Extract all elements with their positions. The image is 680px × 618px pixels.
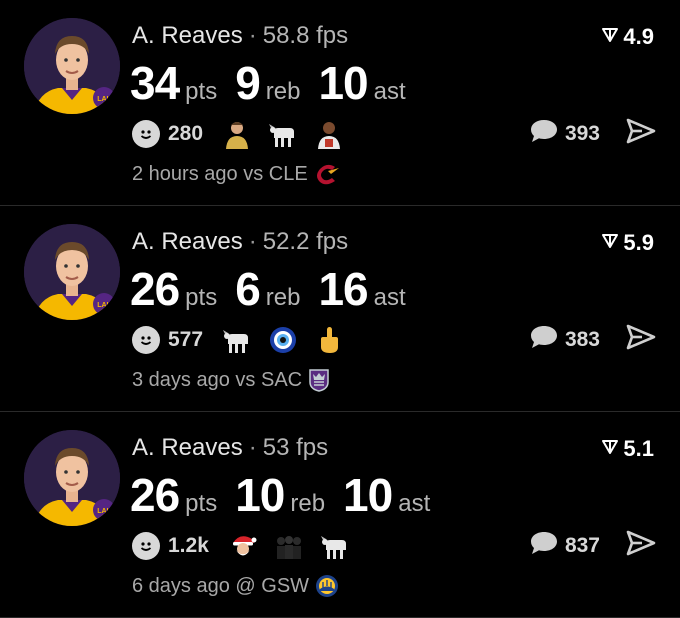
rebounds-value: 6 <box>235 263 261 315</box>
people-icon <box>273 530 305 562</box>
comment-icon <box>529 530 559 561</box>
points-unit: pts <box>185 490 218 517</box>
comment-icon <box>529 118 559 149</box>
rating: 5.9 <box>601 230 654 256</box>
rebounds-unit: reb <box>265 78 301 105</box>
post-actions: 393 <box>529 118 656 149</box>
player-name[interactable]: A. Reaves <box>132 434 243 461</box>
goat-icon <box>221 324 253 356</box>
assists-unit: ast <box>373 284 406 311</box>
player-avatar[interactable]: LAL <box>24 224 120 320</box>
fps-score: 58.8 fps <box>262 22 349 49</box>
points-value: 34 <box>130 57 180 109</box>
smile-icon[interactable] <box>132 120 160 148</box>
comment-count: 393 <box>564 121 600 145</box>
post-actions: 837 <box>529 530 656 561</box>
opponent[interactable]: vs CLE <box>243 163 307 186</box>
stat-line: 26 pts 10 reb 10 ast <box>130 468 448 522</box>
goat-icon <box>267 118 299 150</box>
svg-text:LAL: LAL <box>97 96 111 103</box>
post-meta: 2 hours ago vs CLE <box>132 162 340 186</box>
comment-button[interactable]: 383 <box>529 324 626 355</box>
share-icon[interactable] <box>626 118 656 149</box>
rebounds-unit: reb <box>265 284 301 311</box>
timestamp: 3 days ago <box>132 368 230 391</box>
rebounds-value: 10 <box>235 469 285 521</box>
rating: 4.9 <box>601 24 654 50</box>
separator: · <box>248 22 257 49</box>
stat-line: 34 pts 9 reb 10 ast <box>130 56 424 110</box>
comment-count: 837 <box>564 533 600 557</box>
rating-value: 5.1 <box>623 436 654 461</box>
reactions: 577 <box>132 324 359 356</box>
reactions: 280 <box>132 118 359 150</box>
rating-value: 5.9 <box>623 230 654 255</box>
timestamp: 6 days ago <box>132 574 230 597</box>
assists-value: 10 <box>343 469 393 521</box>
opponent[interactable]: vs SAC <box>235 369 302 392</box>
post-meta: 3 days ago vs SAC <box>132 368 330 392</box>
post-header: A. Reaves · 53 fps <box>132 434 328 462</box>
cavaliers-logo <box>314 162 340 186</box>
separator: · <box>248 434 257 461</box>
rating-icon <box>601 436 619 462</box>
points-unit: pts <box>185 78 218 105</box>
post-card[interactable]: LAL A. Reaves · 58.8 fps 4.9 34 pts 9 reb 10… <box>0 0 680 206</box>
goat-icon <box>319 530 351 562</box>
post-header: A. Reaves · 52.2 fps <box>132 228 348 256</box>
rating-icon <box>601 24 619 50</box>
post-actions: 383 <box>529 324 656 355</box>
player-name[interactable]: A. Reaves <box>132 22 243 49</box>
rating-value: 4.9 <box>623 24 654 49</box>
stat-line: 26 pts 6 reb 16 ast <box>130 262 424 316</box>
opponent[interactable]: @ GSW <box>235 575 309 598</box>
rating: 5.1 <box>601 436 654 462</box>
post-card[interactable]: LAL A. Reaves · 52.2 fps 5.9 26 pts 6 reb 16… <box>0 206 680 412</box>
timestamp: 2 hours ago <box>132 162 238 185</box>
post-card[interactable]: LAL A. Reaves · 53 fps 5.1 26 pts 10 reb 10 a… <box>0 412 680 618</box>
smile-icon[interactable] <box>132 532 160 560</box>
warriors-logo <box>315 574 339 598</box>
fps-score: 53 fps <box>262 434 329 461</box>
points-value: 26 <box>130 469 180 521</box>
share-icon[interactable] <box>626 324 656 355</box>
comment-icon <box>529 324 559 355</box>
player-icon <box>313 118 345 150</box>
player-name[interactable]: A. Reaves <box>132 228 243 255</box>
share-icon[interactable] <box>626 530 656 561</box>
kings-logo <box>308 368 330 392</box>
player-icon <box>221 118 253 150</box>
santa-icon <box>227 530 259 562</box>
reactions: 1.2k <box>132 530 365 562</box>
svg-text:LAL: LAL <box>97 302 111 309</box>
comment-button[interactable]: 393 <box>529 118 626 149</box>
assists-unit: ast <box>373 78 406 105</box>
middle-finger-icon <box>313 324 345 356</box>
assists-value: 16 <box>318 263 368 315</box>
post-meta: 6 days ago @ GSW <box>132 574 339 598</box>
rebounds-value: 9 <box>235 57 261 109</box>
smile-icon[interactable] <box>132 326 160 354</box>
svg-text:LAL: LAL <box>97 508 111 515</box>
fps-score: 52.2 fps <box>262 228 349 255</box>
assists-value: 10 <box>318 57 368 109</box>
comment-count: 383 <box>564 327 600 351</box>
rating-icon <box>601 230 619 256</box>
points-unit: pts <box>185 284 218 311</box>
comment-button[interactable]: 837 <box>529 530 626 561</box>
rebounds-unit: reb <box>290 490 326 517</box>
nazar-amulet-icon <box>267 324 299 356</box>
reaction-count[interactable]: 280 <box>168 122 203 146</box>
points-value: 26 <box>130 263 180 315</box>
reaction-count[interactable]: 1.2k <box>168 534 209 558</box>
player-avatar[interactable]: LAL <box>24 430 120 526</box>
post-header: A. Reaves · 58.8 fps <box>132 22 348 50</box>
player-avatar[interactable]: LAL <box>24 18 120 114</box>
assists-unit: ast <box>398 490 431 517</box>
separator: · <box>248 228 257 255</box>
reaction-count[interactable]: 577 <box>168 328 203 352</box>
